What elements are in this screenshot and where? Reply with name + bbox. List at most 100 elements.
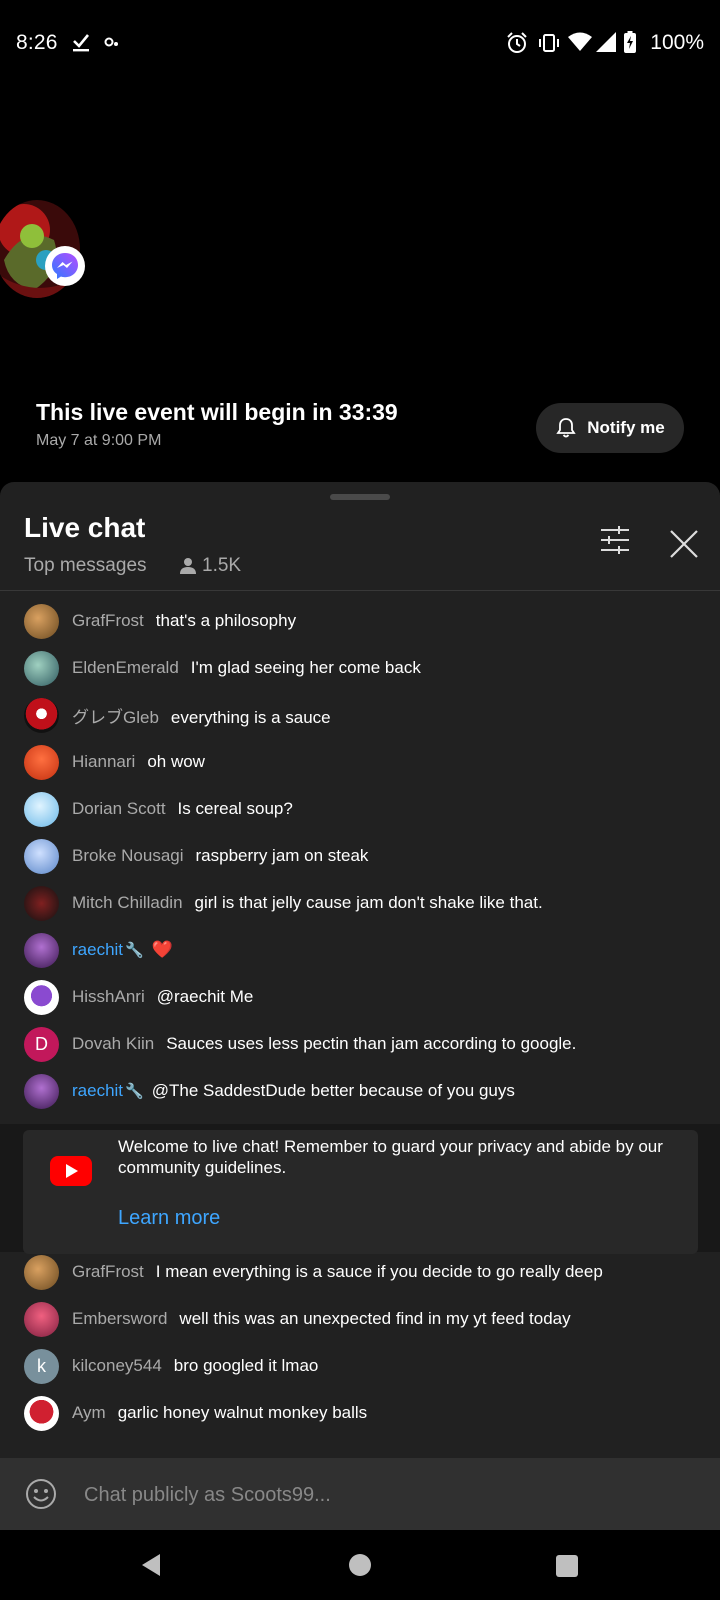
message-content: Aym garlic honey walnut monkey balls: [72, 1403, 367, 1423]
message-content: raechit 🔧 @The SaddestDude better because …: [72, 1081, 515, 1101]
message-author[interactable]: GrafFrost: [72, 1262, 144, 1281]
message-text: everything is a sauce: [170, 707, 331, 727]
user-avatar[interactable]: k: [24, 1348, 59, 1384]
viewer-count-value: 1.5K: [202, 555, 242, 576]
message-text: I mean everything is a sauce if you deci…: [155, 1262, 603, 1281]
message-author[interactable]: Embersword: [72, 1309, 167, 1328]
chat-message[interactable]: HisshAnri @raechit Me: [0, 974, 720, 1020]
message-content: raechit 🔧 ❤️: [72, 940, 173, 960]
notify-me-button[interactable]: Notify me: [536, 403, 684, 453]
chat-message[interactable]: Broke Nousagi raspberry jam on steak: [0, 833, 720, 879]
chat-message[interactable]: Embersword well this was an unexpected fi…: [0, 1296, 720, 1342]
divider: [0, 590, 720, 591]
message-author[interactable]: Aym: [72, 1403, 106, 1422]
message-text: that's a philosophy: [155, 611, 297, 630]
message-author[interactable]: Dorian Scott: [72, 799, 166, 818]
filter-settings-icon[interactable]: [600, 526, 630, 554]
message-author[interactable]: HisshAnri: [72, 987, 145, 1006]
user-avatar[interactable]: [24, 932, 59, 968]
message-author[interactable]: グレブGleb: [72, 708, 159, 727]
message-author[interactable]: kilconey544: [72, 1356, 162, 1375]
user-avatar[interactable]: [24, 979, 59, 1015]
user-avatar[interactable]: [24, 885, 59, 921]
message-content: Embersword well this was an unexpected fi…: [72, 1309, 571, 1329]
message-author[interactable]: EldenEmerald: [72, 658, 179, 677]
message-content: GrafFrost I mean everything is a sauce if…: [72, 1262, 603, 1282]
message-content: Broke Nousagi raspberry jam on steak: [72, 846, 368, 866]
message-author[interactable]: raechit: [72, 940, 123, 959]
chat-message[interactable]: Mitch Chilladin girl is that jelly cause …: [0, 880, 720, 926]
chat-input-field[interactable]: Chat publicly as Scoots99...: [84, 1484, 331, 1507]
message-content: GrafFrost that's a philosophy: [72, 611, 296, 631]
chat-message[interactable]: EldenEmerald I'm glad seeing her come bac…: [0, 645, 720, 691]
wifi-icon: [568, 32, 592, 51]
message-text: @raechit Me: [156, 987, 254, 1006]
messenger-icon: [45, 246, 85, 286]
user-avatar[interactable]: [24, 1301, 59, 1337]
viewer-count: 1.5K: [180, 555, 241, 577]
drag-handle[interactable]: [330, 494, 390, 500]
user-avatar[interactable]: [24, 744, 59, 780]
message-author[interactable]: Broke Nousagi: [72, 846, 184, 865]
user-avatar[interactable]: [24, 650, 59, 686]
user-avatar[interactable]: [24, 838, 59, 874]
chat-message[interactable]: D Dovah Kiin Sauces uses less pectin than …: [0, 1021, 720, 1067]
live-event-countdown: This live event will begin in 33:39: [36, 399, 398, 425]
live-event-date: May 7 at 9:00 PM: [36, 432, 162, 449]
user-avatar[interactable]: [24, 697, 59, 733]
message-text: raspberry jam on steak: [195, 846, 369, 865]
user-avatar[interactable]: [24, 1254, 59, 1290]
chat-message[interactable]: raechit 🔧 @The SaddestDude better because …: [0, 1068, 720, 1114]
chat-message[interactable]: グレブGleb everything is a sauce: [0, 692, 720, 738]
user-avatar[interactable]: [24, 791, 59, 827]
chat-message[interactable]: raechit 🔧 ❤️: [0, 927, 720, 973]
message-content: Dovah Kiin Sauces uses less pectin than j…: [72, 1034, 576, 1054]
message-author[interactable]: Hiannari: [72, 752, 135, 771]
youtube-logo-icon: [50, 1156, 92, 1186]
message-author[interactable]: raechit: [72, 1081, 123, 1100]
user-avatar[interactable]: D: [24, 1026, 59, 1062]
status-bar: 8:26 100%: [0, 0, 720, 88]
user-avatar[interactable]: [24, 1395, 59, 1431]
chat-message[interactable]: Aym garlic honey walnut monkey balls: [0, 1390, 720, 1436]
status-time: 8:26: [16, 31, 58, 54]
message-content: EldenEmerald I'm glad seeing her come bac…: [72, 658, 421, 678]
chat-message[interactable]: GrafFrost I mean everything is a sauce if…: [0, 1249, 720, 1295]
learn-more-link[interactable]: Learn more: [118, 1207, 220, 1230]
battery-icon: [624, 31, 636, 53]
message-content: HisshAnri @raechit Me: [72, 987, 253, 1007]
emoji-icon[interactable]: [25, 1478, 57, 1510]
message-author[interactable]: GrafFrost: [72, 611, 144, 630]
download-done-icon: [73, 34, 90, 52]
chat-message[interactable]: k kilconey544 bro googled it lmao: [0, 1343, 720, 1389]
chat-message[interactable]: Hiannari oh wow: [0, 739, 720, 785]
alarm-icon: [507, 32, 527, 53]
message-text: I'm glad seeing her come back: [190, 658, 421, 677]
message-author[interactable]: Dovah Kiin: [72, 1034, 154, 1053]
message-author[interactable]: Mitch Chilladin: [72, 893, 183, 912]
bell-icon: [556, 418, 576, 438]
notify-me-label: Notify me: [587, 418, 665, 437]
message-text: girl is that jelly cause jam don't shake…: [194, 893, 543, 912]
message-text: Is cereal soup?: [177, 799, 293, 818]
welcome-message: Welcome to live chat! Remember to guard …: [118, 1137, 663, 1177]
message-content: Hiannari oh wow: [72, 752, 205, 772]
message-text: Sauces uses less pectin than jam accordi…: [166, 1034, 577, 1053]
back-icon[interactable]: [140, 1553, 162, 1577]
message-text: ❤️: [151, 940, 173, 959]
recents-icon[interactable]: [556, 1555, 578, 1577]
close-icon[interactable]: [670, 530, 698, 558]
home-icon[interactable]: [349, 1554, 371, 1576]
chat-title: Live chat: [24, 512, 146, 543]
person-icon: [180, 558, 196, 574]
message-content: Mitch Chilladin girl is that jelly cause …: [72, 893, 543, 913]
battery-percentage: 100%: [650, 31, 704, 54]
user-avatar[interactable]: [24, 1073, 59, 1109]
message-text: @The SaddestDude better because of you g…: [151, 1081, 515, 1100]
message-content: Dorian Scott Is cereal soup?: [72, 799, 293, 819]
chat-mode-selector[interactable]: Top messages: [24, 555, 147, 577]
user-avatar[interactable]: [24, 603, 59, 639]
message-content: kilconey544 bro googled it lmao: [72, 1356, 318, 1376]
chat-message[interactable]: GrafFrost that's a philosophy: [0, 598, 720, 644]
chat-message[interactable]: Dorian Scott Is cereal soup?: [0, 786, 720, 832]
